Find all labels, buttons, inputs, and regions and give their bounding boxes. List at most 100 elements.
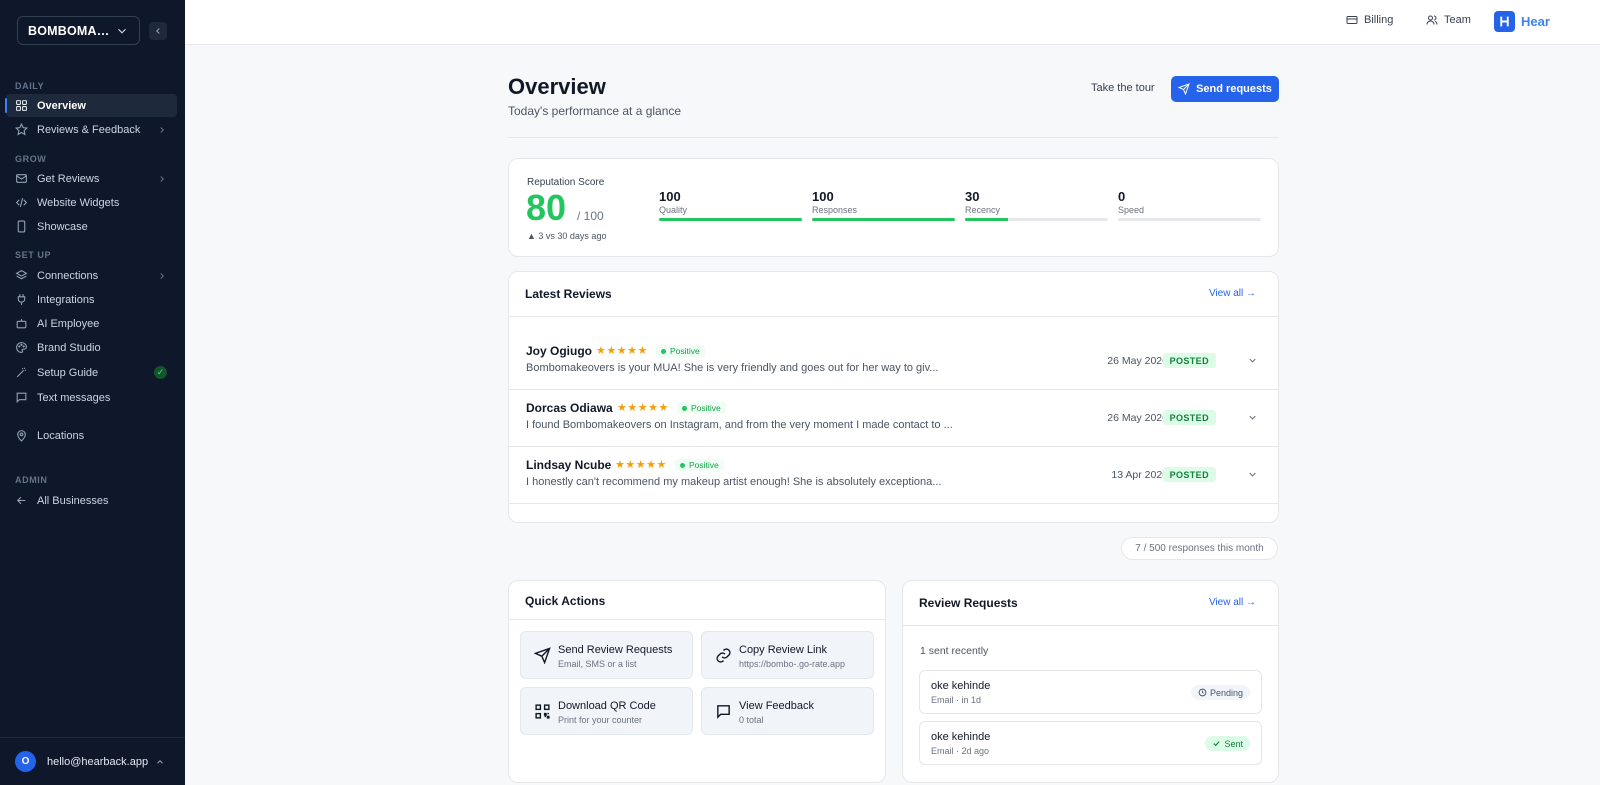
sidebar-item-connections[interactable]: Connections [6, 264, 177, 287]
metric-value: 0 [1118, 189, 1126, 204]
users-icon [1426, 15, 1438, 25]
business-selector[interactable]: BOMBOMAKEOVERS [17, 16, 140, 45]
brand-name: Hear [1521, 14, 1550, 29]
sidebar-item-label: Overview [37, 99, 86, 112]
user-menu[interactable]: O hello@hearback.app [0, 737, 185, 785]
chevron-down-icon[interactable] [1247, 355, 1258, 366]
quick-actions-card: Quick Actions Send Review Requests Email… [508, 580, 886, 783]
view-all-requests-link[interactable]: View all → [1209, 597, 1256, 608]
chevron-down-icon[interactable] [1247, 469, 1258, 480]
download-qr-code-tile[interactable]: Download QR Code Print for your counter [520, 687, 693, 735]
check-icon [1213, 741, 1221, 747]
sidebar-item-get-reviews[interactable]: Get Reviews [6, 167, 177, 190]
metric-bar-fill [659, 218, 802, 221]
review-date: 26 May 2026 [1107, 412, 1168, 424]
sidebar-item-reviews-feedback[interactable]: Reviews & Feedback [6, 118, 177, 141]
view-feedback-tile[interactable]: View Feedback 0 total [701, 687, 874, 735]
review-date: 13 Apr 2026 [1111, 469, 1168, 481]
metric-name: Quality [659, 205, 688, 215]
palette-icon [16, 342, 27, 353]
send-icon [534, 647, 551, 664]
tile-title: Download QR Code [558, 700, 656, 712]
review-row[interactable]: Joy Ogiugo ★★★★★ Positive Bombomakeovers… [509, 333, 1278, 390]
tile-title: View Feedback [739, 700, 815, 712]
tile-subtitle: Print for your counter [558, 715, 643, 725]
metric-bar [659, 218, 802, 221]
request-name: oke kehinde [931, 731, 991, 743]
sidebar-item-integrations[interactable]: Integrations [6, 288, 177, 311]
quick-actions-title: Quick Actions [525, 594, 606, 608]
metric-recency: 30 Recency [965, 189, 1108, 221]
responses-usage-pill: 7 / 500 responses this month [1121, 537, 1278, 560]
sidebar-item-label: Website Widgets [37, 196, 120, 209]
sidebar-item-locations[interactable]: Locations [6, 424, 177, 447]
latest-reviews-card: Latest Reviews View all → Joy Ogiugo ★★★… [508, 271, 1279, 523]
metric-bar [1118, 218, 1261, 221]
tile-subtitle: 0 total [739, 715, 764, 725]
send-requests-label: Send requests [1196, 83, 1272, 95]
sidebar-item-all-businesses[interactable]: All Businesses [6, 489, 177, 512]
chevron-right-icon [160, 272, 164, 279]
link-icon [716, 648, 731, 663]
card-header: Review Requests View all → [903, 581, 1278, 626]
request-item[interactable]: oke kehinde Email · in 1d Pending [919, 670, 1262, 714]
arrow-left-icon [16, 496, 26, 505]
status-badge: POSTED [1162, 353, 1216, 368]
sidebar-item-website-widgets[interactable]: Website Widgets [6, 191, 177, 214]
billing-label: Billing [1364, 14, 1394, 26]
qr-code-icon [535, 704, 550, 719]
sidebar-item-label: Get Reviews [37, 172, 100, 185]
sidebar-item-label: Brand Studio [37, 341, 101, 354]
team-link[interactable]: Team [1426, 14, 1471, 26]
dot-icon [680, 462, 685, 468]
sidebar-item-brand-studio[interactable]: Brand Studio [6, 336, 177, 359]
billing-link[interactable]: Billing [1346, 14, 1393, 26]
check-icon: ✓ [154, 366, 167, 379]
send-review-requests-tile[interactable]: Send Review Requests Email, SMS or a lis… [520, 631, 693, 679]
chevron-down-icon [118, 28, 126, 34]
reputation-max: / 100 [577, 209, 604, 223]
review-row[interactable]: Lindsay Ncube ★★★★★ Positive I honestly … [509, 447, 1278, 504]
mail-icon [16, 174, 27, 183]
reputation-trend: ▲ 3 vs 30 days ago [527, 231, 607, 241]
tile-title: Send Review Requests [558, 644, 673, 656]
sentiment-badge: Positive [677, 402, 726, 414]
metric-bar-fill [965, 218, 1008, 221]
request-meta: Email · 2d ago [931, 746, 990, 756]
metric-bar [965, 218, 1108, 221]
sidebar: BOMBOMAKEOVERS DAILY Overview Reviews & … [0, 0, 185, 785]
copy-review-link-tile[interactable]: Copy Review Link https://bombo-.go-rate.… [701, 631, 874, 679]
sidebar-item-overview[interactable]: Overview [5, 94, 177, 117]
sentiment-label: Positive [689, 460, 719, 470]
metric-bar [812, 218, 955, 221]
view-all-reviews-link[interactable]: View all → [1209, 288, 1256, 299]
send-requests-button[interactable]: Send requests [1171, 76, 1279, 102]
review-row[interactable]: Dorcas Odiawa ★★★★★ Positive I found Bom… [509, 390, 1278, 447]
chevron-right-icon [160, 175, 164, 182]
sidebar-item-label: Connections [37, 269, 99, 282]
reviewer-name: Lindsay Ncube [526, 458, 612, 472]
chevron-down-icon[interactable] [1247, 412, 1258, 423]
metric-bar-fill [812, 218, 955, 221]
star-rating-icon: ★★★★★ [615, 459, 667, 471]
status-badge: Sent [1205, 736, 1250, 751]
star-rating-icon: ★★★★★ [596, 345, 648, 357]
brand-logo[interactable]: Hear [1494, 11, 1550, 32]
metric-speed: 0 Speed [1118, 189, 1261, 221]
take-tour-link[interactable]: Take the tour [1091, 82, 1155, 94]
request-item[interactable]: oke kehinde Email · 2d ago Sent [919, 721, 1262, 765]
sidebar-item-showcase[interactable]: Showcase [6, 215, 177, 238]
star-icon [15, 123, 28, 136]
request-meta: Email · in 1d [931, 695, 982, 705]
status-badge: POSTED [1162, 467, 1216, 482]
sidebar-item-label: Reviews & Feedback [37, 123, 141, 136]
metric-name: Speed [1118, 205, 1145, 215]
chevron-right-icon [160, 126, 164, 133]
sidebar-item-setup-guide[interactable]: Setup Guide ✓ [6, 361, 177, 384]
dot-icon [682, 405, 687, 411]
sidebar-item-text-messages[interactable]: Text messages [6, 386, 177, 409]
sidebar-item-ai-employee[interactable]: AI Employee [6, 312, 177, 335]
map-pin-icon [17, 430, 26, 442]
collapse-sidebar-button[interactable] [149, 22, 167, 40]
metric-quality: 100 Quality [659, 189, 802, 221]
